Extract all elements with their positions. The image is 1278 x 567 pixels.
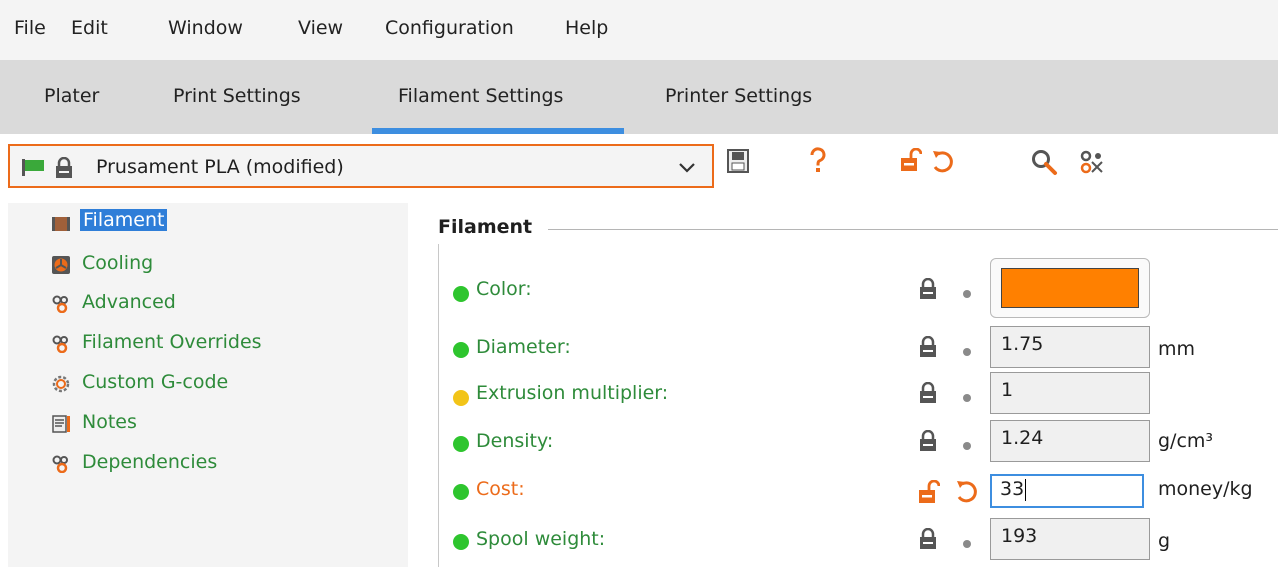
compare-icon[interactable] [1078,148,1106,176]
unit-label: mm [1158,338,1196,360]
param-row-cost: Cost: 33 money/kg [0,468,1278,516]
filament-icon [52,217,70,231]
status-dot [453,286,469,302]
param-label: Color: [476,278,532,300]
menu-window[interactable]: Window [168,17,243,39]
diameter-input[interactable]: 1.75 [990,326,1150,368]
undo-icon[interactable] [930,148,956,174]
section-divider [548,229,1278,230]
param-row-density: Density: 1.24 g/cm³ [0,418,1278,466]
param-label: Density: [476,430,554,452]
chevron-down-icon[interactable] [678,160,696,174]
menu-file[interactable]: File [14,17,46,39]
search-icon[interactable] [1030,148,1058,176]
tab-print-settings[interactable]: Print Settings [173,85,301,107]
undo-dot-icon [963,290,971,298]
lock-icon [920,278,936,299]
param-row-diameter: Diameter: 1.75 mm [0,324,1278,372]
undo-icon[interactable] [954,478,980,504]
cost-input-value: 33 [1000,478,1025,500]
param-label: Diameter: [476,336,571,358]
spool-weight-input[interactable]: 193 [990,518,1150,560]
status-dot [453,390,469,406]
param-row-extrusion-multiplier: Extrusion multiplier: 1 [0,370,1278,418]
param-label: Extrusion multiplier: [476,382,669,404]
extrusion-multiplier-input[interactable]: 1 [990,372,1150,414]
preset-selector[interactable]: Prusament PLA (modified) [8,144,714,188]
color-swatch [1001,268,1139,308]
undo-dot-icon [963,540,971,548]
param-row-spool-weight: Spool weight: 193 g [0,516,1278,564]
menu-configuration[interactable]: Configuration [385,17,514,39]
tab-filament-settings[interactable]: Filament Settings [398,85,563,107]
status-dot [453,534,469,550]
unit-label: g/cm³ [1158,430,1214,452]
preset-name: Prusament PLA (modified) [96,156,344,178]
unit-label: g [1158,530,1171,552]
menu-view[interactable]: View [298,17,343,39]
save-icon[interactable] [726,148,750,174]
tab-bar: Plater Print Settings Filament Settings … [0,60,1278,134]
undo-dot-icon [963,442,971,450]
flag-icon [22,159,44,176]
section-title: Filament [438,216,537,238]
status-dot [453,436,469,452]
lock-icon [920,336,936,357]
sidebar-item-label: Filament [80,209,168,231]
lock-icon [920,382,936,403]
status-dot [453,342,469,358]
tab-plater[interactable]: Plater [44,85,99,107]
color-picker-button[interactable] [990,258,1150,318]
menu-help[interactable]: Help [565,17,608,39]
param-label: Spool weight: [476,528,606,550]
question-icon[interactable] [808,147,828,175]
tab-printer-settings[interactable]: Printer Settings [665,85,812,107]
menu-bar: File Edit Window View Configuration Help [0,0,1278,61]
lock-icon [920,528,936,549]
param-label: Cost: [476,478,525,500]
unit-label: money/kg [1158,478,1253,500]
cost-input[interactable]: 33 [990,474,1144,508]
lock-icon [56,157,72,178]
lock-icon [920,430,936,451]
undo-dot-icon [963,394,971,402]
density-input[interactable]: 1.24 [990,420,1150,462]
text-cursor [1025,478,1027,501]
unlocked-icon[interactable] [900,148,922,172]
unlocked-icon[interactable] [918,480,940,504]
menu-edit[interactable]: Edit [71,17,108,39]
undo-dot-icon [963,348,971,356]
status-dot [453,484,469,500]
